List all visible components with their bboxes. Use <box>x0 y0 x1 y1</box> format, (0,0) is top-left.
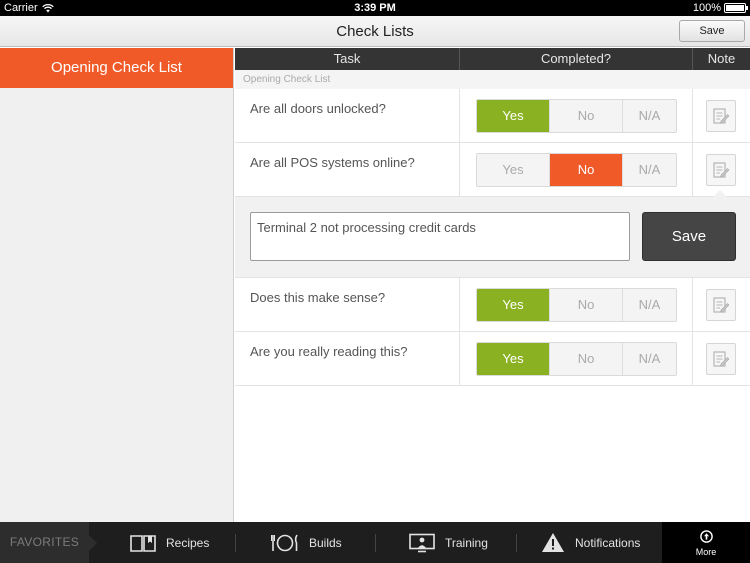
task-label: Are all POS systems online? <box>235 143 460 196</box>
note-editor-panel: Terminal 2 not processing credit cards S… <box>235 190 750 278</box>
note-save-button[interactable]: Save <box>642 212 736 261</box>
note-cell <box>693 143 750 196</box>
completed-cell: Yes No N/A <box>460 278 693 331</box>
plate-cutlery-icon <box>271 534 298 551</box>
na-option[interactable]: N/A <box>623 289 676 321</box>
note-edit-icon <box>713 108 730 124</box>
section-label: Opening Check List <box>235 70 750 89</box>
table-row: Are you really reading this? Yes No N/A <box>235 332 750 386</box>
note-text-field[interactable]: Terminal 2 not processing credit cards <box>250 212 630 261</box>
task-label: Are you really reading this? <box>235 332 460 385</box>
page-title: Check Lists <box>336 23 414 40</box>
nav-bar: Check Lists Save <box>0 16 750 47</box>
battery-info: 100% <box>692 2 748 14</box>
completed-cell: Yes No N/A <box>460 143 693 196</box>
tab-divider <box>235 534 236 552</box>
warning-icon <box>542 533 564 552</box>
tab-builds-label: Builds <box>309 535 342 550</box>
na-option[interactable]: N/A <box>623 343 676 375</box>
note-cell <box>693 278 750 331</box>
tab-divider <box>516 534 517 552</box>
tab-bar: FAVORITES Recipes Builds Training Notifi… <box>0 522 750 563</box>
task-label: Does this make sense? <box>235 278 460 331</box>
note-cell <box>693 89 750 142</box>
note-button[interactable] <box>706 343 736 375</box>
tab-builds[interactable]: Builds <box>271 522 342 563</box>
note-edit-icon <box>713 351 730 367</box>
tab-divider <box>375 534 376 552</box>
no-option[interactable]: No <box>550 343 623 375</box>
table-row: Are all POS systems online? Yes No N/A <box>235 143 750 197</box>
tab-notifications[interactable]: Notifications <box>541 522 640 563</box>
tab-more-label: More <box>695 547 717 557</box>
status-time: 3:39 PM <box>354 2 396 14</box>
note-cell <box>693 332 750 385</box>
tab-training[interactable]: Training <box>409 522 488 563</box>
note-button[interactable] <box>706 154 736 186</box>
no-option[interactable]: No <box>550 100 623 132</box>
sidebar: Opening Check List <box>0 48 234 522</box>
tab-recipes[interactable]: Recipes <box>130 522 209 563</box>
table-header: Task Completed? Note <box>235 48 750 70</box>
no-option[interactable]: No <box>550 154 623 186</box>
completion-segmented-control: Yes No N/A <box>476 288 677 322</box>
tab-more[interactable]: More <box>662 522 750 563</box>
na-option[interactable]: N/A <box>623 100 676 132</box>
battery-percent: 100% <box>692 2 721 14</box>
more-arrow-icon <box>699 530 713 543</box>
tab-recipes-label: Recipes <box>166 535 210 550</box>
note-button[interactable] <box>706 100 736 132</box>
table-row: Are all doors unlocked? Yes No N/A <box>235 89 750 143</box>
header-task: Task <box>235 48 460 70</box>
tab-training-label: Training <box>445 535 488 550</box>
note-edit-icon <box>713 297 730 313</box>
completed-cell: Yes No N/A <box>460 89 693 142</box>
completion-segmented-control: Yes No N/A <box>476 153 677 187</box>
completed-cell: Yes No N/A <box>460 332 693 385</box>
tab-favorites[interactable]: FAVORITES <box>0 522 97 563</box>
battery-icon <box>724 3 748 13</box>
header-note: Note <box>707 51 736 66</box>
nav-save-button[interactable]: Save <box>679 20 745 42</box>
status-bar: Carrier 3:39 PM 100% <box>0 0 750 16</box>
table-row: Does this make sense? Yes No N/A <box>235 278 750 332</box>
yes-option[interactable]: Yes <box>477 100 550 132</box>
na-option[interactable]: N/A <box>623 154 676 186</box>
task-label: Are all doors unlocked? <box>235 89 460 142</box>
note-edit-icon <box>713 162 730 178</box>
header-completed: Completed? <box>460 48 693 70</box>
sidebar-item-opening-check-list[interactable]: Opening Check List <box>0 48 233 88</box>
completion-segmented-control: Yes No N/A <box>476 342 677 376</box>
no-option[interactable]: No <box>550 289 623 321</box>
yes-option[interactable]: Yes <box>477 154 550 186</box>
yes-option[interactable]: Yes <box>477 343 550 375</box>
yes-option[interactable]: Yes <box>477 289 550 321</box>
tab-notifications-label: Notifications <box>575 535 641 550</box>
checklist-table: Task Completed? Note Opening Check List … <box>235 48 750 522</box>
presentation-screen-icon <box>409 533 435 552</box>
book-icon <box>130 534 156 552</box>
completion-segmented-control: Yes No N/A <box>476 99 677 133</box>
note-button[interactable] <box>706 289 736 321</box>
